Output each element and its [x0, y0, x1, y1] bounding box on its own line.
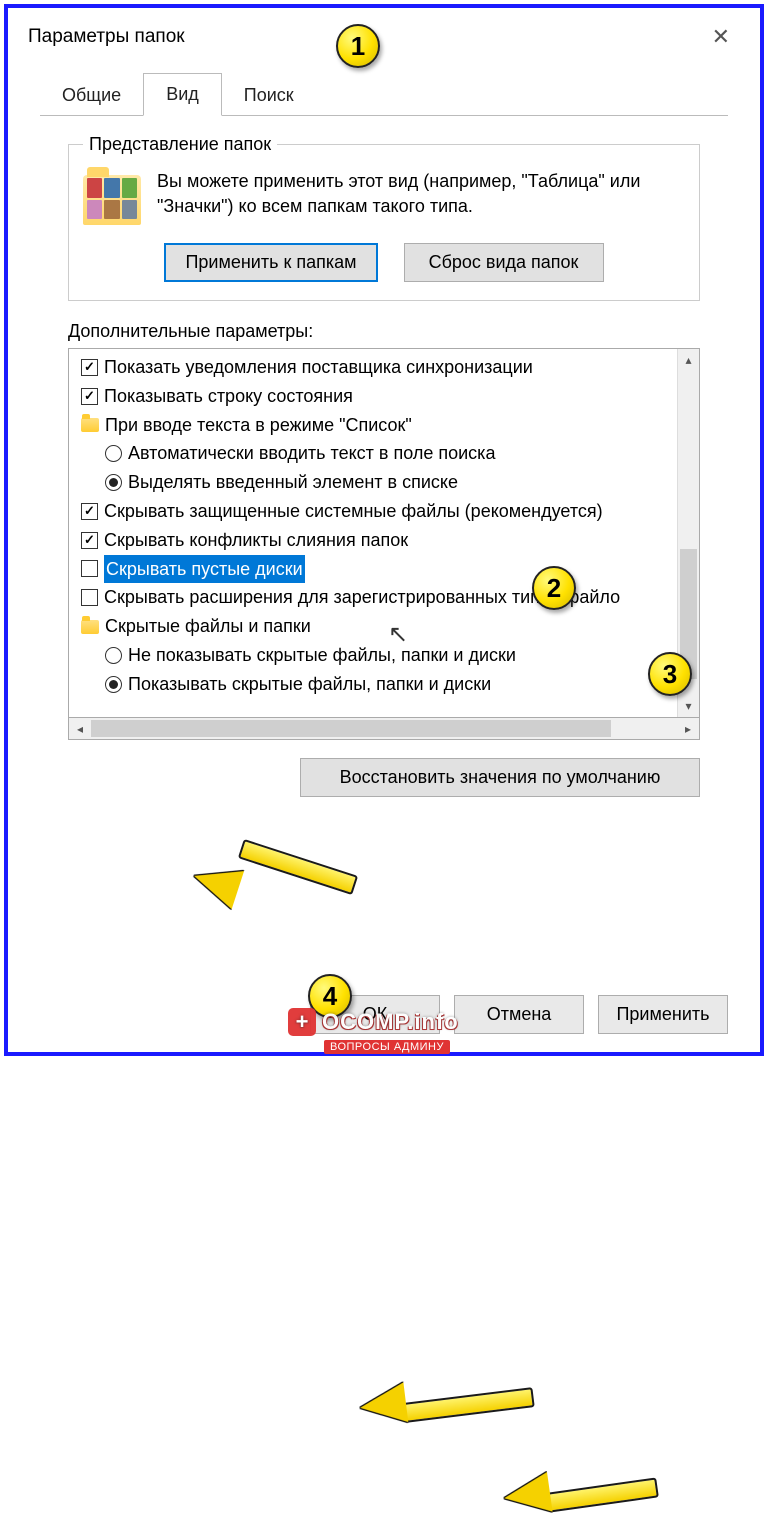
radio-icon[interactable]: [105, 676, 122, 693]
folder-icon: [81, 418, 99, 432]
opt-hidden-hide[interactable]: Не показывать скрытые файлы, папки и дис…: [75, 641, 677, 670]
scroll-left-icon[interactable]: ◂: [69, 722, 91, 736]
reset-folders-button[interactable]: Сброс вида папок: [404, 243, 604, 282]
folder-icon: [81, 620, 99, 634]
advanced-settings-tree[interactable]: Показать уведомления поставщика синхрони…: [68, 348, 700, 718]
annotation-badge-2: 2: [532, 566, 576, 610]
scroll-right-icon[interactable]: ▸: [677, 722, 699, 736]
option-label: Автоматически вводить текст в поле поиск…: [128, 439, 495, 468]
scroll-track[interactable]: [91, 718, 677, 739]
checkbox-icon[interactable]: [81, 388, 98, 405]
folder-view-legend: Представление папок: [83, 134, 277, 155]
checkbox-icon[interactable]: [81, 359, 98, 376]
scroll-up-icon[interactable]: ▴: [678, 349, 699, 371]
option-label: Выделять введенный элемент в списке: [128, 468, 458, 497]
watermark: + OCOMP.info: [288, 1008, 459, 1036]
opt-hide-extensions[interactable]: Скрывать расширения для зарегистрированн…: [75, 583, 677, 612]
apply-button[interactable]: Применить: [598, 995, 728, 1034]
tab-search[interactable]: Поиск: [222, 75, 316, 116]
checkbox-icon[interactable]: [81, 560, 98, 577]
watermark-subtext: ВОПРОСЫ АДМИНУ: [324, 1040, 450, 1054]
dialog-window: Параметры папок ✕ Общие Вид Поиск Предст…: [4, 4, 764, 1056]
annotation-badge-3: 3: [648, 652, 692, 696]
opt-hidden-show[interactable]: Показывать скрытые файлы, папки и диски: [75, 670, 677, 699]
opt-hide-protected[interactable]: Скрывать защищенные системные файлы (рек…: [75, 497, 677, 526]
option-label: Скрытые файлы и папки: [105, 612, 311, 641]
opt-hide-empty-drives[interactable]: Скрывать пустые диски: [75, 555, 677, 584]
option-label: Показать уведомления поставщика синхрони…: [104, 353, 533, 382]
apply-to-folders-button[interactable]: Применить к папкам: [164, 243, 377, 282]
checkbox-icon[interactable]: [81, 532, 98, 549]
watermark-text: OCOMP.info: [322, 1009, 459, 1035]
cancel-button[interactable]: Отмена: [454, 995, 584, 1034]
folder-icon: [83, 175, 141, 225]
scroll-down-icon[interactable]: ▾: [678, 695, 699, 717]
option-label: Не показывать скрытые файлы, папки и дис…: [128, 641, 516, 670]
folder-view-description: Вы можете применить этот вид (например, …: [157, 169, 685, 219]
advanced-settings-label: Дополнительные параметры:: [68, 321, 700, 342]
option-label: Скрывать пустые диски: [104, 555, 305, 584]
option-label: При вводе текста в режиме "Список": [105, 411, 412, 440]
restore-defaults-button[interactable]: Восстановить значения по умолчанию: [300, 758, 700, 797]
cursor-icon: ↖: [388, 620, 408, 649]
tab-panel-view: Представление папок Вы можете применить …: [40, 116, 728, 805]
radio-icon[interactable]: [105, 445, 122, 462]
tab-view[interactable]: Вид: [143, 73, 222, 116]
opt-typing-select[interactable]: Выделять введенный элемент в списке: [75, 468, 677, 497]
annotation-badge-1: 1: [336, 24, 380, 68]
scroll-thumb[interactable]: [91, 720, 611, 737]
option-label: Скрывать защищенные системные файлы (рек…: [104, 497, 603, 526]
group-typing: При вводе текста в режиме "Список": [75, 411, 677, 440]
opt-hide-merge[interactable]: Скрывать конфликты слияния папок: [75, 526, 677, 555]
option-label: Показывать строку состояния: [104, 382, 353, 411]
watermark-cross-icon: +: [288, 1008, 316, 1036]
tab-strip: Общие Вид Поиск: [40, 72, 728, 116]
opt-status-bar[interactable]: Показывать строку состояния: [75, 382, 677, 411]
titlebar: Параметры папок ✕: [8, 8, 760, 64]
opt-typing-search[interactable]: Автоматически вводить текст в поле поиск…: [75, 439, 677, 468]
close-button[interactable]: ✕: [702, 20, 740, 54]
group-hidden-files: Скрытые файлы и папки: [75, 612, 677, 641]
horizontal-scrollbar[interactable]: ◂ ▸: [68, 718, 700, 740]
option-label: Скрывать конфликты слияния папок: [104, 526, 408, 555]
checkbox-icon[interactable]: [81, 589, 98, 606]
radio-icon[interactable]: [105, 474, 122, 491]
radio-icon[interactable]: [105, 647, 122, 664]
folder-view-group: Представление папок Вы можете применить …: [68, 134, 700, 301]
checkbox-icon[interactable]: [81, 503, 98, 520]
window-title: Параметры папок: [28, 26, 185, 48]
option-label: Показывать скрытые файлы, папки и диски: [128, 670, 491, 699]
opt-sync-notifications[interactable]: Показать уведомления поставщика синхрони…: [75, 353, 677, 382]
tab-general[interactable]: Общие: [40, 75, 143, 116]
